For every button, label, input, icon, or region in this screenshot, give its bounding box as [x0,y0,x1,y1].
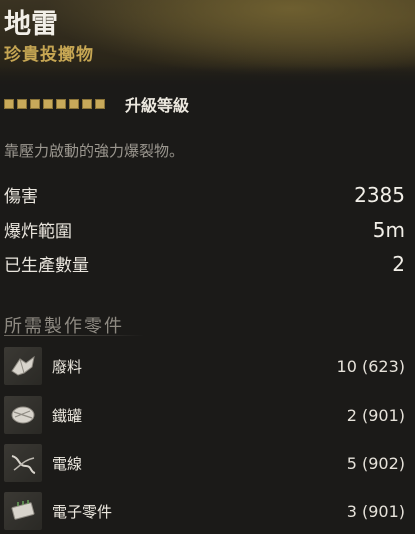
part-row[interactable]: 電線 5 (902) [4,443,409,483]
stat-blast-radius: 爆炸範圍 5m [4,217,405,243]
part-row[interactable]: 鐵罐 2 (901) [4,395,409,435]
stat-produced-count: 已生產數量 2 [4,251,405,277]
part-count: 10 (623) [336,356,405,376]
item-description: 靠壓力啟動的強力爆裂物。 [4,142,185,160]
stat-label: 傷害 [4,187,38,207]
upgrade-pip [56,99,66,109]
upgrade-pip [95,99,105,109]
item-title: 地雷 [4,9,58,40]
part-name: 電線 [52,454,83,473]
stat-label: 已生產數量 [4,256,89,276]
electronics-icon [4,492,42,530]
part-count: 2 (901) [346,405,405,425]
part-count: 5 (902) [346,453,405,473]
part-count: 3 (901) [346,501,405,521]
upgrade-pips [4,99,105,109]
stat-value: 5m [372,217,405,242]
stat-value: 2 [392,251,405,276]
stat-label: 爆炸範圍 [4,222,72,242]
stat-value: 2385 [354,182,405,207]
upgrade-pip [69,99,79,109]
part-name: 廢料 [52,357,83,376]
upgrade-pip [4,99,14,109]
part-row[interactable]: 廢料 10 (623) [4,346,409,386]
section-divider [4,335,144,336]
stat-damage: 傷害 2385 [4,182,405,208]
upgrade-level-label: 升級等級 [125,96,190,115]
part-name: 鐵罐 [52,406,83,425]
upgrade-level-row: 升級等級 [4,94,190,115]
upgrade-pip [43,99,53,109]
part-name: 電子零件 [52,502,113,521]
scrap-icon [4,347,42,385]
tin-can-icon [4,396,42,434]
upgrade-pip [82,99,92,109]
wire-icon [4,444,42,482]
part-row[interactable]: 電子零件 3 (901) [4,491,409,531]
item-rarity: 珍貴投擲物 [4,45,94,65]
upgrade-pip [17,99,27,109]
upgrade-pip [30,99,40,109]
